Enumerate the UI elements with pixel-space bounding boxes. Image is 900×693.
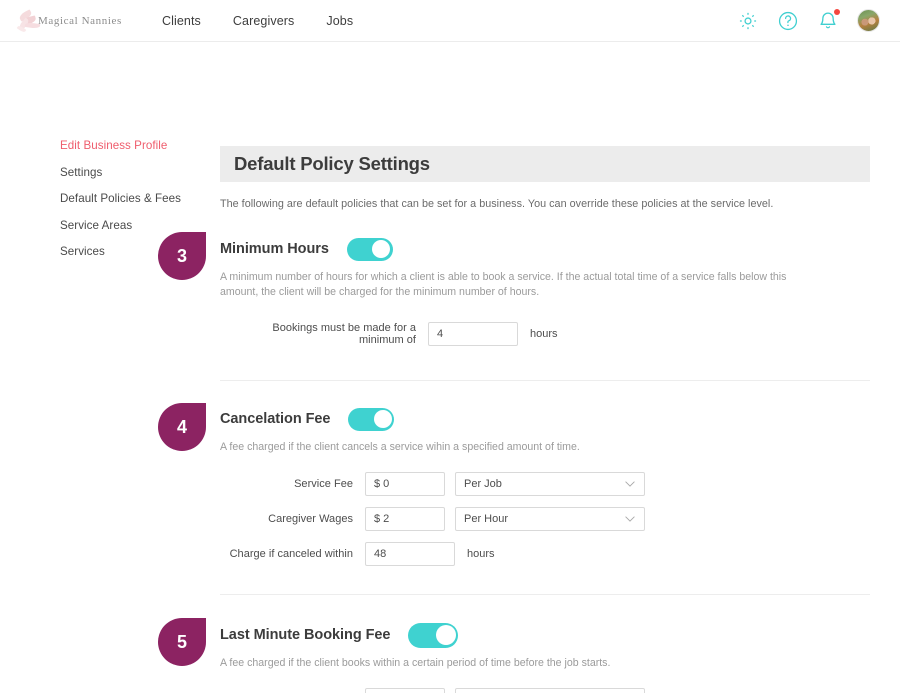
- nav-item-jobs[interactable]: Jobs: [326, 14, 353, 28]
- section-description-cancelation-fee: A fee charged if the client cancels a se…: [220, 441, 580, 453]
- question-circle-icon[interactable]: [777, 10, 799, 32]
- section-header-cancelation-fee: Cancelation Fee: [220, 406, 870, 432]
- main-nav: Clients Caregivers Jobs: [162, 14, 385, 28]
- section-minimum-hours: 3 Minimum Hours A minimum number of hour…: [158, 232, 870, 346]
- step-badge-4: 4: [158, 403, 206, 451]
- row-cancelation-service-fee: Service Fee $ 0 Per Job: [220, 472, 870, 496]
- label-cancelation-window: Charge if canceled within: [229, 548, 353, 560]
- select-lastminute-service-fee-unit[interactable]: Per Job: [455, 688, 645, 693]
- suffix-cancelation-window: hours: [467, 548, 495, 560]
- row-cancelation-caregiver-wages: Caregiver Wages $ 2 Per Hour: [220, 507, 870, 531]
- row-cancelation-window: Charge if canceled within 48 hours: [220, 542, 870, 566]
- page-title-banner: Default Policy Settings: [220, 146, 870, 182]
- avatar[interactable]: [857, 9, 880, 32]
- suffix-minimum-hours: hours: [530, 328, 558, 340]
- toggle-knob: [372, 240, 391, 258]
- sidebar-item-service-areas[interactable]: Service Areas: [60, 219, 210, 233]
- nav-item-caregivers[interactable]: Caregivers: [233, 14, 294, 28]
- notification-badge-dot: [834, 8, 840, 15]
- step-badge-4-number: 4: [176, 416, 187, 437]
- page-intro-text: The following are default policies that …: [220, 198, 774, 210]
- toggle-knob: [373, 410, 392, 428]
- gear-icon[interactable]: [737, 10, 759, 32]
- step-badge-3: 3: [158, 232, 206, 280]
- label-cancelation-caregiver-wages: Caregiver Wages: [268, 513, 353, 525]
- label-minimum-hours: Bookings must be made for a minimum of: [272, 322, 416, 346]
- chevron-down-icon: [625, 481, 635, 487]
- toggle-cancelation-fee[interactable]: [348, 407, 395, 431]
- notifications-button[interactable]: [817, 8, 840, 32]
- toggle-minimum-hours[interactable]: [346, 237, 393, 261]
- nav-item-clients[interactable]: Clients: [162, 14, 201, 28]
- section-description-minimum-hours: A minimum number of hours for which a cl…: [220, 271, 787, 298]
- top-navigation-bar: Magical Nannies Clients Caregivers Jobs: [0, 0, 900, 42]
- section-description-last-minute-booking-fee: A fee charged if the client books within…: [220, 657, 611, 669]
- step-badge-5: 5: [158, 618, 206, 666]
- page-title: Default Policy Settings: [234, 153, 430, 174]
- input-lastminute-service-fee[interactable]: $ 0: [365, 688, 445, 693]
- section-title-last-minute-booking-fee: Last Minute Booking Fee: [220, 627, 391, 643]
- sidebar-item-settings[interactable]: Settings: [60, 166, 210, 180]
- toggle-last-minute-booking-fee[interactable]: [408, 622, 459, 648]
- label-cancelation-service-fee: Service Fee: [294, 478, 353, 490]
- input-cancelation-caregiver-wages[interactable]: $ 2: [365, 507, 445, 531]
- step-badge-3-number: 3: [176, 245, 187, 266]
- main-content: Default Policy Settings The following ar…: [158, 146, 870, 693]
- step-badge-5-number: 5: [176, 631, 187, 652]
- select-cancelation-service-fee-unit[interactable]: Per Job: [455, 472, 645, 496]
- section-last-minute-booking-fee: 5 Last Minute Booking Fee A fee charged …: [158, 618, 870, 693]
- sidebar-item-edit-business-profile[interactable]: Edit Business Profile: [60, 139, 210, 153]
- brand-logo[interactable]: Magical Nannies: [16, 8, 138, 34]
- section-title-minimum-hours: Minimum Hours: [220, 241, 329, 257]
- section-header-minimum-hours: Minimum Hours: [220, 236, 870, 262]
- select-cancelation-service-fee-unit-value: Per Job: [464, 478, 502, 490]
- brand-name: Magical Nannies: [38, 14, 122, 27]
- toggle-knob: [435, 625, 456, 645]
- row-minimum-hours: Bookings must be made for a minimum of 4…: [234, 322, 870, 346]
- sidebar-item-default-policies-fees[interactable]: Default Policies & Fees: [60, 192, 210, 206]
- butterfly-logo-icon: [16, 8, 42, 34]
- row-lastminute-service-fee: Service Fee $ 0 Per Job: [220, 688, 870, 693]
- header-actions: [737, 8, 880, 32]
- select-cancelation-caregiver-wages-unit[interactable]: Per Hour: [455, 507, 645, 531]
- section-divider-2: [220, 594, 870, 595]
- chevron-down-icon: [625, 516, 635, 522]
- section-divider-1: [220, 380, 870, 381]
- section-header-last-minute-booking-fee: Last Minute Booking Fee: [220, 622, 870, 648]
- input-minimum-hours[interactable]: 4: [428, 322, 518, 346]
- select-cancelation-caregiver-wages-unit-value: Per Hour: [464, 513, 509, 525]
- section-cancelation-fee: 4 Cancelation Fee A fee charged if the c…: [158, 403, 870, 566]
- input-cancelation-window[interactable]: 48: [365, 542, 455, 566]
- section-title-cancelation-fee: Cancelation Fee: [220, 411, 331, 427]
- input-cancelation-service-fee[interactable]: $ 0: [365, 472, 445, 496]
